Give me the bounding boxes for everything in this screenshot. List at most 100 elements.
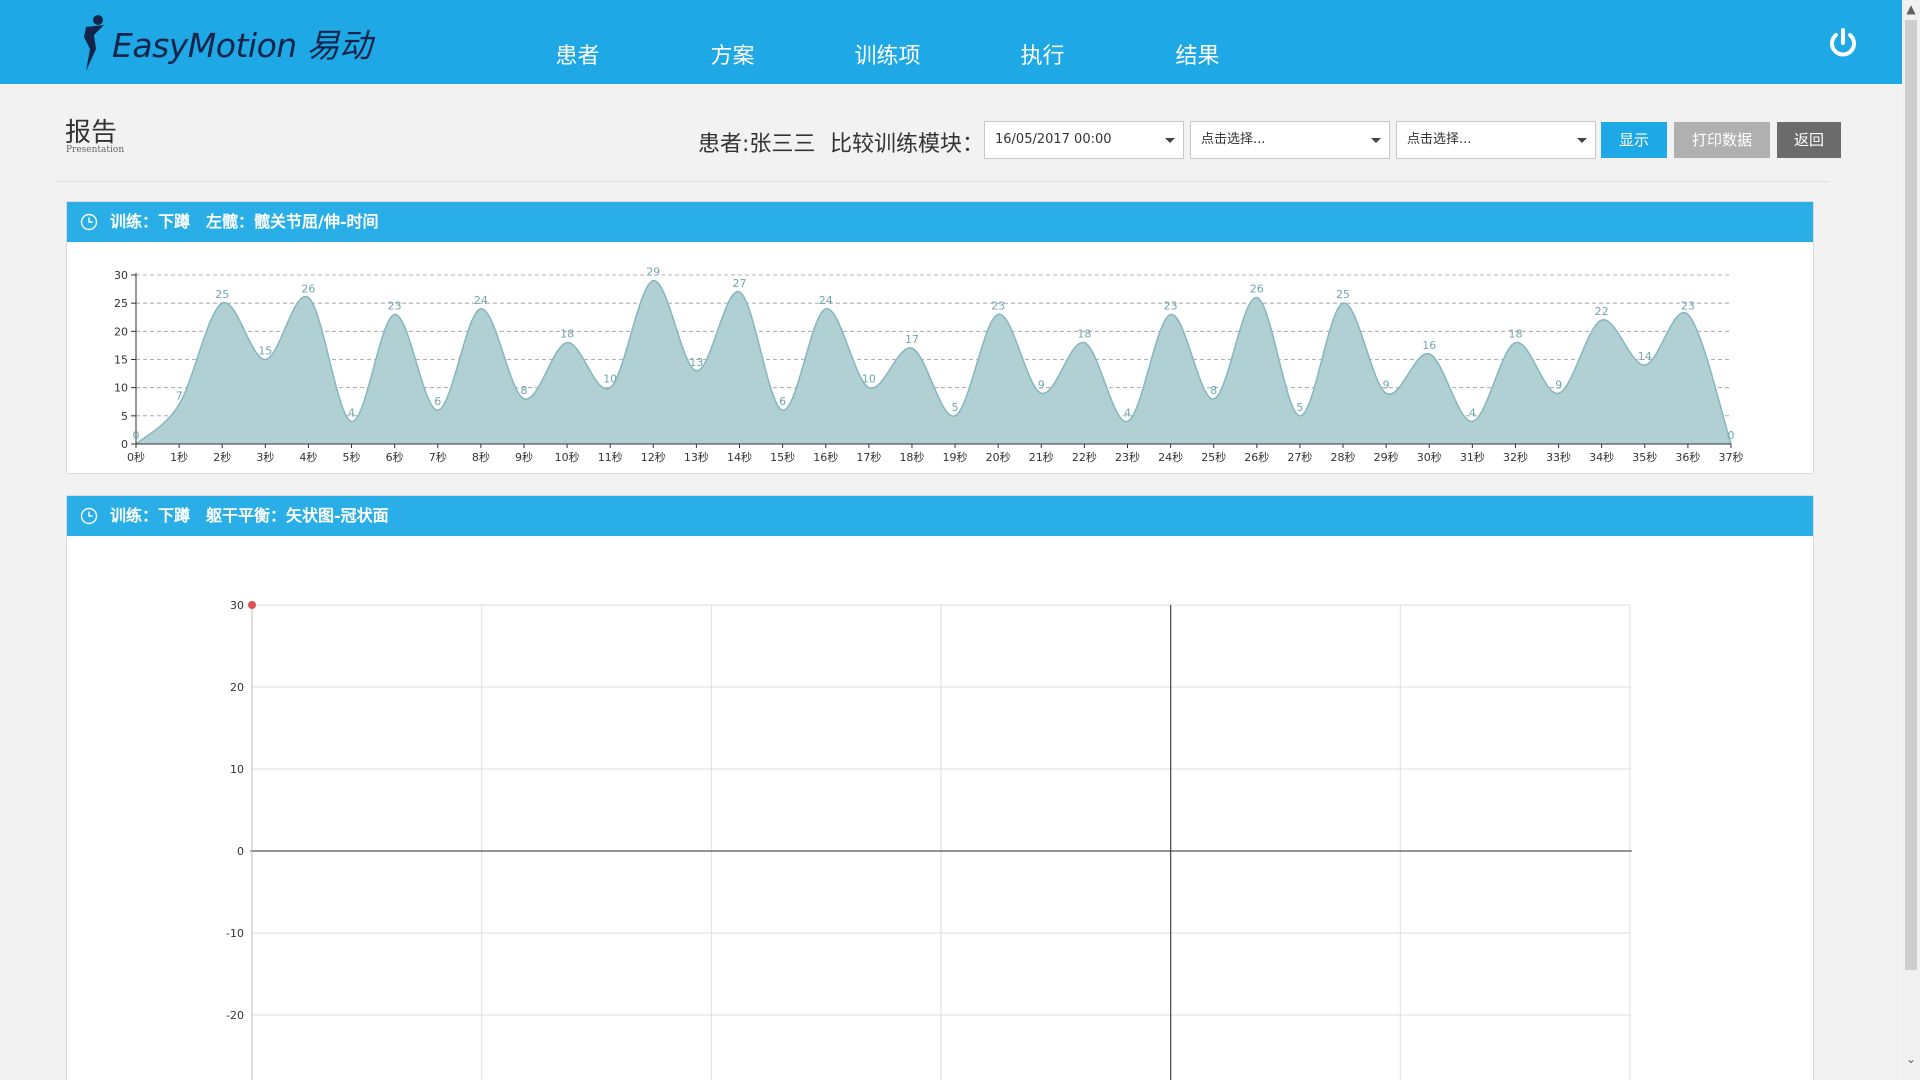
y-tick-label: 5 — [121, 410, 128, 423]
data-label: 23 — [1681, 299, 1695, 312]
data-label: 8 — [520, 384, 527, 397]
data-label: 18 — [1077, 328, 1091, 341]
nav-plans[interactable]: 方案 — [655, 38, 810, 70]
x-tick-label: 25秒 — [1201, 450, 1226, 464]
x-tick-label: 12秒 — [641, 450, 666, 464]
data-label: 27 — [733, 277, 747, 290]
data-label: 18 — [1508, 328, 1522, 341]
data-label: 8 — [1210, 384, 1217, 397]
x-tick-label: 20秒 — [986, 450, 1011, 464]
x-tick-label: 33秒 — [1546, 450, 1571, 464]
date-select-value: 16/05/2017 00:00 — [995, 132, 1112, 147]
panel-title: 训练：下蹲 躯干平衡：矢状图-冠状面 — [110, 506, 389, 525]
x-tick-label: 29秒 — [1374, 450, 1399, 464]
power-button[interactable] — [1826, 26, 1860, 60]
data-label: 0 — [1728, 429, 1735, 442]
scroll-thumb[interactable] — [1905, 20, 1917, 970]
x-tick-label: 28秒 — [1331, 450, 1356, 464]
compare-select-1[interactable]: 点击选择... — [1190, 121, 1390, 159]
clock-icon — [80, 507, 98, 525]
nav-execute[interactable]: 执行 — [965, 38, 1120, 70]
data-label: 4 — [1124, 406, 1131, 419]
brand-logo[interactable]: EasyMotion 易动 — [80, 12, 372, 74]
date-select[interactable]: 16/05/2017 00:00 — [984, 121, 1184, 159]
panel-header: 训练：下蹲 躯干平衡：矢状图-冠状面 — [67, 496, 1813, 536]
x-tick-label: 21秒 — [1029, 450, 1054, 464]
top-header: EasyMotion 易动 患者 方案 训练项 执行 结果 — [0, 0, 1902, 84]
data-label: 14 — [1638, 350, 1652, 363]
x-tick-label: 10秒 — [555, 450, 580, 464]
y-tick-label: 30 — [114, 269, 128, 282]
x-tick-label: 19秒 — [943, 450, 968, 464]
x-tick-label: 35秒 — [1632, 450, 1657, 464]
logo-figure-icon — [84, 15, 104, 71]
y-tick-label: 30 — [230, 599, 244, 612]
page-title: 报告 — [65, 118, 118, 148]
x-tick-label: 6秒 — [386, 450, 404, 464]
x-tick-label: 17秒 — [856, 450, 881, 464]
data-label: 0 — [133, 429, 140, 442]
y-tick-label: 10 — [114, 382, 128, 395]
print-data-button[interactable]: 打印数据 — [1674, 122, 1770, 158]
x-tick-label: 9秒 — [515, 450, 533, 464]
nav-patients[interactable]: 患者 — [500, 38, 655, 70]
hip-flexion-area-chart: 0510152025300秒01秒72秒253秒154秒265秒46秒237秒6… — [114, 266, 1744, 464]
x-tick-label: 11秒 — [598, 450, 623, 464]
scroll-down-arrow-icon[interactable]: ⌄ — [1902, 1050, 1920, 1068]
data-label: 5 — [1296, 401, 1303, 414]
panel-header: 训练：下蹲 左髋：髋关节屈/伸-时间 — [67, 202, 1813, 242]
chevron-down-icon — [1165, 138, 1175, 143]
x-tick-label: 34秒 — [1589, 450, 1614, 464]
trunk-balance-scatter-chart: 30 20 10 0 -10 -20 — [226, 599, 1632, 1080]
compare-select-2[interactable]: 点击选择... — [1396, 121, 1596, 159]
data-label: 26 — [301, 283, 315, 296]
x-tick-label: 18秒 — [899, 450, 924, 464]
data-label: 13 — [689, 356, 703, 369]
x-tick-label: 2秒 — [213, 450, 231, 464]
data-label: 7 — [176, 390, 183, 403]
back-button[interactable]: 返回 — [1777, 122, 1841, 158]
data-label: 18 — [560, 328, 574, 341]
patient-label: 患者:张三三 — [698, 132, 816, 157]
data-label: 23 — [388, 299, 402, 312]
compare-module-label: 比较训练模块： — [830, 132, 985, 157]
show-button[interactable]: 显示 — [1601, 122, 1667, 158]
clock-icon — [80, 213, 98, 231]
x-tick-label: 24秒 — [1158, 450, 1183, 464]
x-tick-label: 5秒 — [343, 450, 361, 464]
x-tick-label: 30秒 — [1417, 450, 1442, 464]
data-label: 9 — [1038, 378, 1045, 391]
panel-title: 训练：下蹲 左髋：髋关节屈/伸-时间 — [110, 212, 379, 231]
y-tick-label: 20 — [230, 681, 244, 694]
nav-results[interactable]: 结果 — [1120, 38, 1275, 70]
x-tick-label: 14秒 — [727, 450, 752, 464]
data-label: 10 — [862, 373, 876, 386]
x-tick-label: 32秒 — [1503, 450, 1528, 464]
x-tick-label: 23秒 — [1115, 450, 1140, 464]
x-tick-label: 7秒 — [429, 450, 447, 464]
data-label: 25 — [215, 288, 229, 301]
data-label: 9 — [1555, 378, 1562, 391]
data-label: 26 — [1250, 283, 1264, 296]
x-tick-label: 16秒 — [813, 450, 838, 464]
vertical-scrollbar[interactable]: ▲ ⌄ — [1902, 0, 1920, 1080]
main-nav: 患者 方案 训练项 执行 结果 — [500, 38, 1275, 70]
scroll-up-arrow-icon[interactable]: ▲ — [1902, 0, 1920, 18]
data-label: 22 — [1595, 305, 1609, 318]
data-label: 29 — [646, 266, 660, 279]
data-label: 24 — [474, 294, 488, 307]
chevron-down-icon — [1577, 138, 1587, 143]
x-tick-label: 13秒 — [684, 450, 709, 464]
data-label: 10 — [603, 373, 617, 386]
y-tick-label: 0 — [121, 438, 128, 451]
data-label: 23 — [1164, 299, 1178, 312]
y-tick-label: 15 — [114, 354, 128, 367]
y-tick-label: -20 — [226, 1009, 244, 1022]
x-tick-label: 3秒 — [256, 450, 274, 464]
data-label: 24 — [819, 294, 833, 307]
x-tick-label: 8秒 — [472, 450, 490, 464]
y-tick-label: 25 — [114, 297, 128, 310]
x-tick-label: 31秒 — [1460, 450, 1485, 464]
data-label: 6 — [779, 395, 786, 408]
nav-training-items[interactable]: 训练项 — [810, 38, 965, 70]
